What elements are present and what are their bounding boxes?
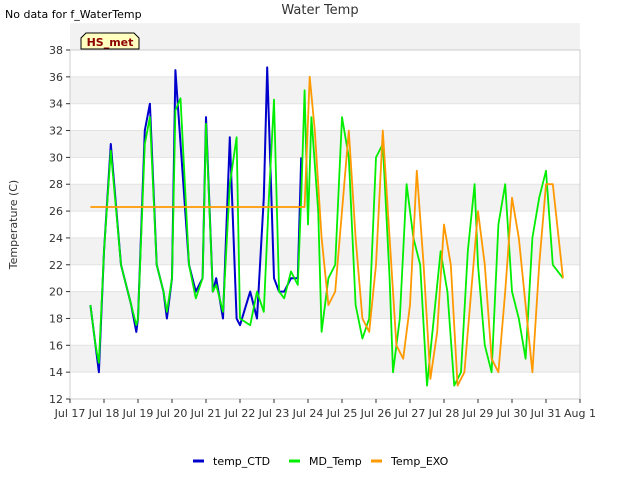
y-tick-label: 26 [49,205,63,218]
y-tick-label: 38 [49,44,63,57]
water-temp-chart: 12 14 16 18 20 22 24 26 28 30 32 34 36 38 Jul 17 Jul 18… [7,3,596,468]
y-tick-label: 30 [49,151,63,164]
x-tick-label: Jul 18 [88,407,120,420]
plot-band [70,23,580,50]
y-tick-label: 34 [49,98,63,111]
x-tick-label: Jul 30 [496,407,528,420]
chart-title: Water Temp [281,3,358,18]
y-tick-label: 14 [49,366,63,379]
y-tick-label: 20 [49,286,63,299]
x-tick-label: Jul 28 [428,407,460,420]
legend: temp_CTD MD_Temp Temp_EXO [193,455,449,468]
x-tick-label: Jul 20 [156,407,188,420]
x-tick-label: Jul 29 [462,407,494,420]
x-tick-label: Jul 21 [190,407,222,420]
plot-band [70,345,580,373]
x-tick-label: Jul 25 [326,407,358,420]
x-tick-label: Aug 1 [564,407,596,420]
x-tick-label: Jul 17 [54,407,86,420]
x-tick-label: Jul 27 [394,407,426,420]
x-tick-label: Jul 19 [122,407,154,420]
legend-label-temp_CTD: temp_CTD [213,455,270,468]
plot-band [70,76,580,104]
x-tick-label: Jul 22 [224,407,256,420]
x-tick-label: Jul 31 [530,407,562,420]
y-tick-label: 32 [49,125,63,138]
badge-label: HS_met [87,36,134,49]
legend-label-Temp_EXO: Temp_EXO [390,455,449,468]
y-axis-label: Temperature (C) [7,180,20,270]
hs-met-badge: HS_met [80,32,140,50]
y-tick-label: 24 [49,232,63,245]
y-tick-label: 36 [49,71,63,84]
y-tick-label: 16 [49,339,63,352]
x-tick-label: Jul 23 [258,407,290,420]
y-tick-label: 28 [49,178,63,191]
y-tick-label: 22 [49,259,63,272]
plot-band [70,237,580,265]
y-tick-label: 18 [49,312,63,325]
legend-label-MD_Temp: MD_Temp [309,455,362,468]
x-tick-label: Jul 26 [360,407,392,420]
x-tick-label: Jul 24 [292,407,324,420]
y-tick-label: 12 [49,393,63,406]
